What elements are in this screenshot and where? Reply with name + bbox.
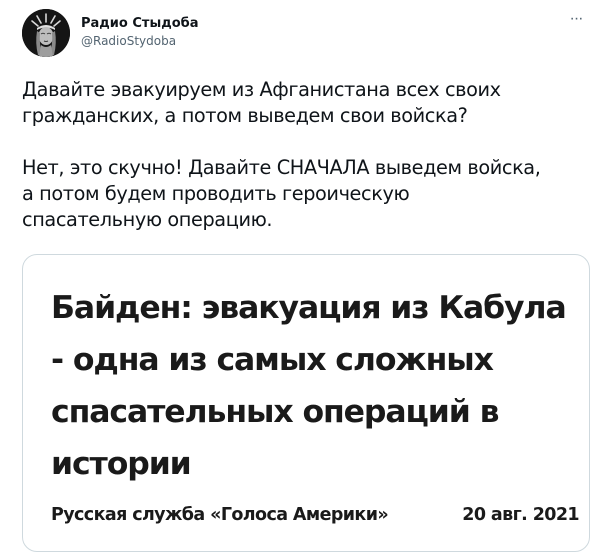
- handle[interactable]: @RadioStydoba: [81, 33, 198, 49]
- tweet-header: Радио Стыдоба @RadioStydoba ···: [22, 9, 587, 59]
- card-footer: Русская служба «Голоса Америки» 20 авг. …: [51, 503, 580, 527]
- display-name[interactable]: Радио Стыдоба: [81, 16, 198, 32]
- author-names: Радио Стыдоба @RadioStydoba: [81, 16, 198, 49]
- card-headline: Байден: эвакуация из Кабула - одна из са…: [51, 290, 567, 482]
- avatar[interactable]: [22, 9, 70, 57]
- more-options-icon[interactable]: ···: [565, 11, 587, 33]
- card-date: 20 авг. 2021: [462, 505, 579, 525]
- card-source: Русская служба «Голоса Америки»: [51, 505, 389, 525]
- link-card[interactable]: Байден: эвакуация из Кабула - одна из са…: [22, 254, 590, 552]
- tweet-text: Давайте эвакуируем из Афганистана всех с…: [22, 78, 541, 231]
- tweet: Радио Стыдоба @RadioStydoba ··· Давайте …: [0, 0, 601, 560]
- statue-of-liberty-icon: [22, 9, 70, 57]
